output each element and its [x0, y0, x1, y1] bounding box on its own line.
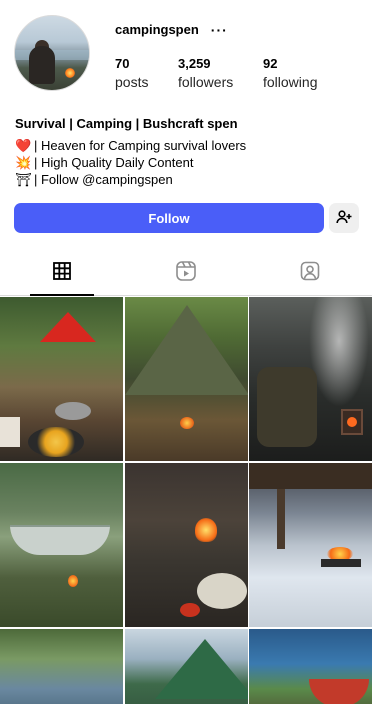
profile-actions: Follow [14, 203, 359, 233]
profile-tabs [0, 252, 372, 296]
grid-icon [52, 261, 72, 286]
username-row: campingspen ··· [115, 22, 228, 37]
collision-emoji: 💥 [15, 155, 32, 170]
followers-count: 3,259 [178, 56, 211, 71]
post-thumbnail[interactable] [124, 629, 248, 704]
following-count: 92 [263, 56, 278, 71]
post-thumbnail[interactable] [249, 463, 372, 627]
post-thumbnail[interactable] [249, 629, 372, 704]
bio-line: ⛩ | Follow @campingspen [15, 171, 360, 188]
suggested-users-button[interactable] [329, 203, 359, 233]
bio-line-text: | Follow @campingspen [34, 172, 173, 187]
following-label: following [263, 74, 318, 90]
tab-tagged[interactable] [248, 252, 372, 295]
heart-emoji: ❤️ [15, 138, 32, 153]
shrine-emoji: ⛩ [15, 172, 32, 187]
tab-reels[interactable] [124, 252, 248, 295]
bio-title: Survival | Camping | Bushcraft spen [15, 116, 238, 131]
bio-line: 💥 | High Quality Daily Content [15, 154, 360, 171]
bio: Survival | Camping | Bushcraft spen ❤️ |… [15, 115, 360, 188]
stat-posts[interactable]: 70 posts [115, 56, 178, 92]
profile-header: campingspen ··· 70 posts 3,259 followers… [0, 0, 372, 110]
posts-count: 70 [115, 56, 130, 71]
tab-posts[interactable] [0, 252, 124, 296]
bio-line-text: | High Quality Daily Content [34, 155, 194, 170]
bio-line-text: | Heaven for Camping survival lovers [34, 138, 247, 153]
post-thumbnail[interactable] [0, 463, 123, 627]
posts-grid [0, 297, 372, 704]
stat-followers[interactable]: 3,259 followers [178, 56, 263, 92]
more-options-icon[interactable]: ··· [211, 23, 228, 37]
person-plus-icon [336, 209, 352, 228]
follow-button[interactable]: Follow [14, 203, 324, 233]
post-thumbnail[interactable] [0, 297, 123, 461]
post-thumbnail[interactable] [249, 297, 372, 461]
followers-label: followers [178, 74, 234, 90]
profile-stats: 70 posts 3,259 followers 92 following [115, 56, 317, 92]
bio-line: ❤️ | Heaven for Camping survival lovers [15, 137, 360, 154]
username: campingspen [115, 22, 199, 37]
stat-following[interactable]: 92 following [263, 56, 317, 92]
post-thumbnail[interactable] [0, 629, 123, 704]
reels-icon [175, 260, 197, 287]
posts-label: posts [115, 74, 149, 90]
tagged-icon [299, 260, 321, 287]
post-thumbnail[interactable] [124, 297, 248, 461]
post-thumbnail[interactable] [124, 463, 248, 627]
avatar[interactable] [14, 15, 90, 91]
